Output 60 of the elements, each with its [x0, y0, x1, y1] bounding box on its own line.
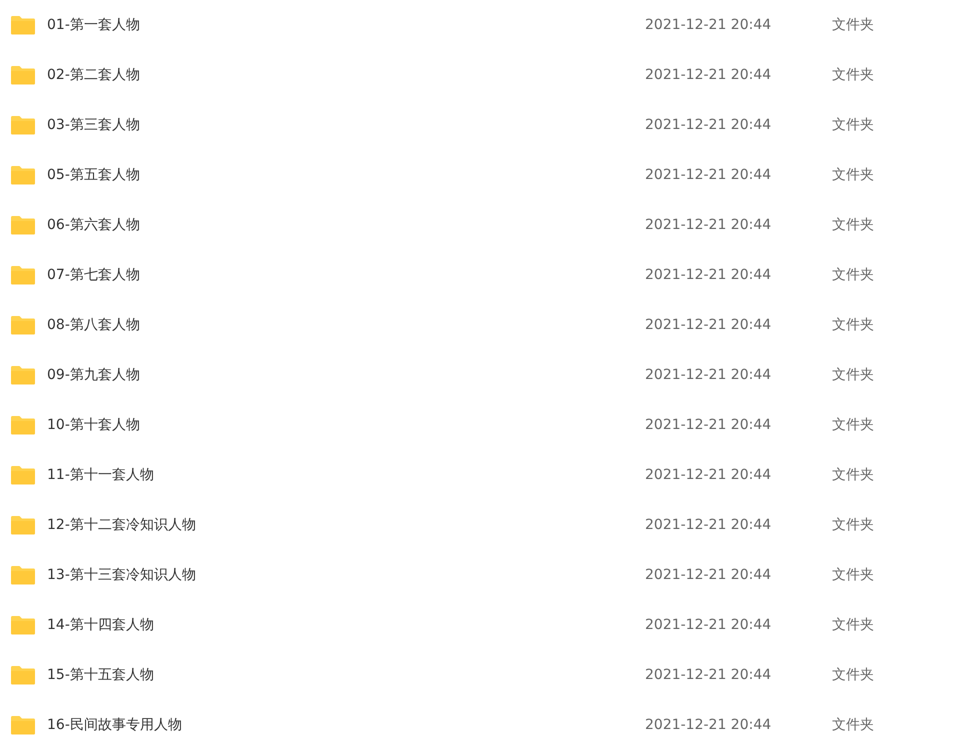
folder-icon	[10, 165, 36, 185]
modified-date: 2021-12-21 20:44	[645, 117, 772, 133]
folder-icon	[10, 565, 36, 585]
file-name[interactable]: 15-第十五套人物	[47, 666, 645, 684]
modified-date: 2021-12-21 20:44	[645, 617, 772, 633]
folder-icon	[10, 115, 36, 135]
modified-date: 2021-12-21 20:44	[645, 667, 772, 683]
file-name[interactable]: 05-第五套人物	[47, 166, 645, 184]
file-name[interactable]: 12-第十二套冷知识人物	[47, 516, 645, 534]
modified-date: 2021-12-21 20:44	[645, 317, 772, 333]
modified-date: 2021-12-21 20:44	[645, 267, 772, 283]
modified-date: 2021-12-21 20:44	[645, 67, 772, 83]
file-type: 文件夹	[832, 566, 874, 584]
file-type: 文件夹	[832, 616, 874, 634]
file-type: 文件夹	[832, 66, 874, 84]
folder-icon	[10, 15, 36, 35]
file-name[interactable]: 09-第九套人物	[47, 366, 645, 384]
modified-date: 2021-12-21 20:44	[645, 717, 772, 733]
folder-icon	[10, 465, 36, 485]
file-type: 文件夹	[832, 716, 874, 734]
file-type: 文件夹	[832, 116, 874, 134]
folder-icon	[10, 665, 36, 685]
folder-icon	[10, 215, 36, 235]
modified-date: 2021-12-21 20:44	[645, 567, 772, 583]
modified-date: 2021-12-21 20:44	[645, 517, 772, 533]
file-name[interactable]: 08-第八套人物	[47, 316, 645, 334]
folder-icon	[10, 615, 36, 635]
file-name[interactable]: 10-第十套人物	[47, 416, 645, 434]
file-name[interactable]: 07-第七套人物	[47, 266, 645, 284]
folder-icon	[10, 65, 36, 85]
modified-date: 2021-12-21 20:44	[645, 217, 772, 233]
folder-icon	[10, 415, 36, 435]
file-name[interactable]: 11-第十一套人物	[47, 466, 645, 484]
file-name[interactable]: 02-第二套人物	[47, 66, 645, 84]
file-name[interactable]: 01-第一套人物	[47, 16, 645, 34]
file-type: 文件夹	[832, 266, 874, 284]
modified-date: 2021-12-21 20:44	[645, 167, 772, 183]
file-name[interactable]: 16-民间故事专用人物	[47, 716, 645, 734]
folder-icon	[10, 715, 36, 735]
file-type: 文件夹	[832, 166, 874, 184]
file-type: 文件夹	[832, 316, 874, 334]
file-type: 文件夹	[832, 366, 874, 384]
file-type: 文件夹	[832, 466, 874, 484]
modified-date: 2021-12-21 20:44	[645, 467, 772, 483]
file-type: 文件夹	[832, 416, 874, 434]
folder-icon	[10, 365, 36, 385]
file-type: 文件夹	[832, 16, 874, 34]
folder-icon	[10, 315, 36, 335]
file-type: 文件夹	[832, 666, 874, 684]
file-type: 文件夹	[832, 516, 874, 534]
folder-icon	[10, 515, 36, 535]
modified-date: 2021-12-21 20:44	[645, 367, 772, 383]
modified-date: 2021-12-21 20:44	[645, 17, 772, 33]
folder-icon	[10, 265, 36, 285]
file-name[interactable]: 14-第十四套人物	[47, 616, 645, 634]
modified-date: 2021-12-21 20:44	[645, 417, 772, 433]
file-name[interactable]: 13-第十三套冷知识人物	[47, 566, 645, 584]
file-type: 文件夹	[832, 216, 874, 234]
file-name[interactable]: 03-第三套人物	[47, 116, 645, 134]
file-name[interactable]: 06-第六套人物	[47, 216, 645, 234]
